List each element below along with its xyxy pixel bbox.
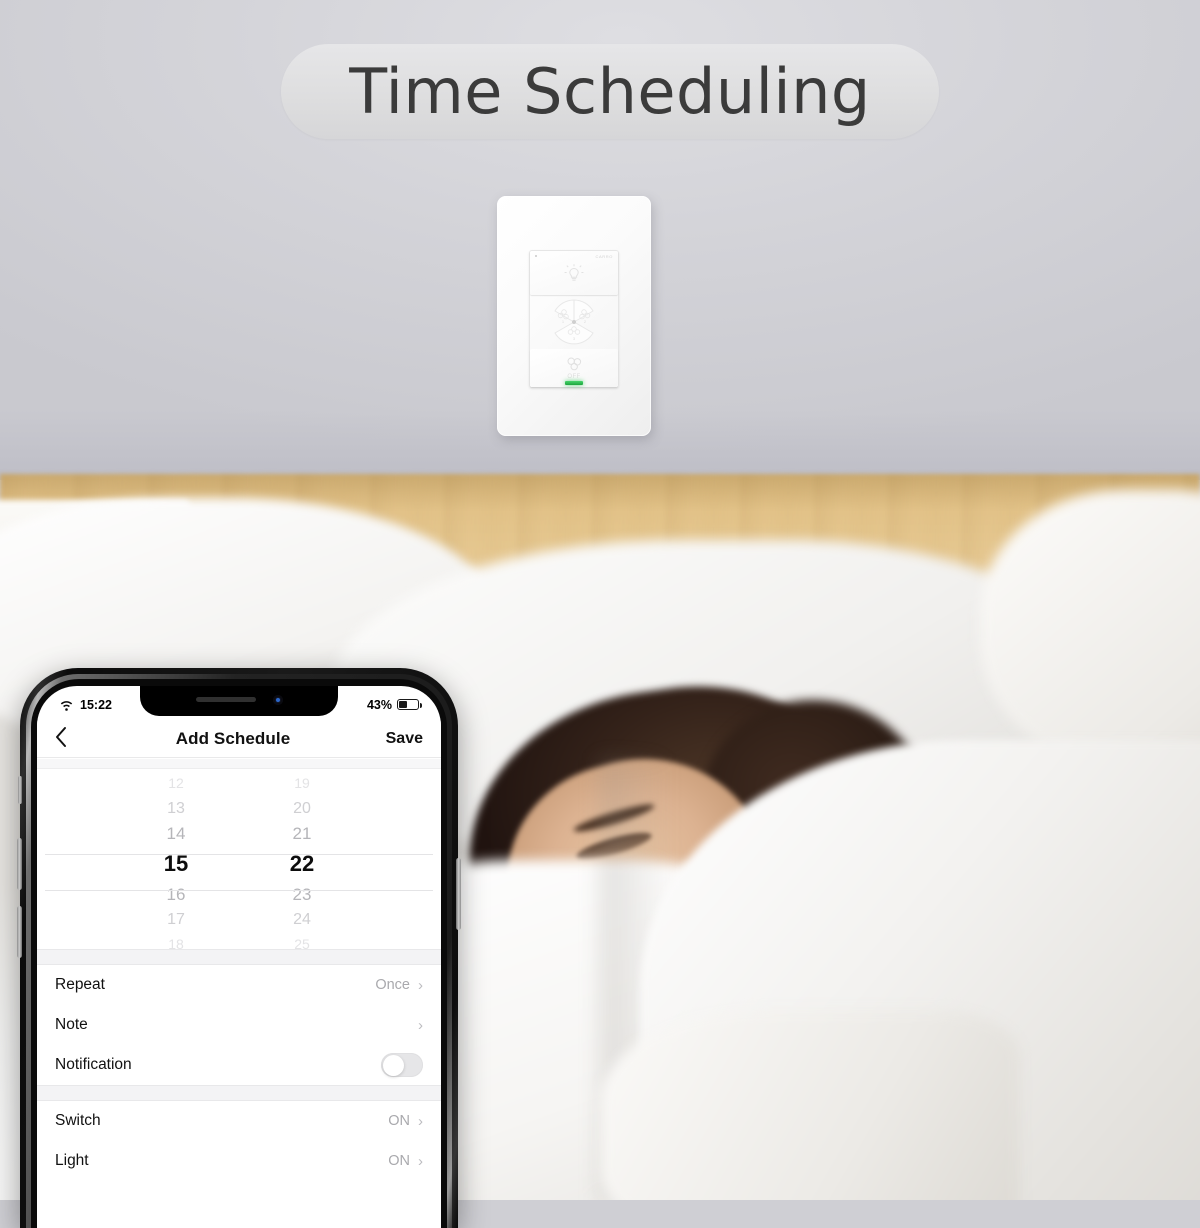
chevron-right-icon: › xyxy=(418,1152,423,1170)
fan-speed-label-1: 1 xyxy=(562,319,565,324)
phone-screen: 15:22 43% Add Schedule Save 12 13 14 15 … xyxy=(37,686,441,1228)
fan-icon xyxy=(567,357,582,371)
row-note-label: Note xyxy=(55,1016,88,1033)
switch-led-indicator xyxy=(565,381,583,385)
switch-off-label: OFF xyxy=(567,374,581,380)
light-bulb-icon xyxy=(564,264,584,281)
fan-speed-dial[interactable]: 1 2 3 xyxy=(539,297,609,347)
chevron-right-icon: › xyxy=(418,976,423,994)
banner-pill: Time Scheduling xyxy=(281,44,939,139)
settings-group-devices: Switch ON › Light ON › xyxy=(37,1101,441,1181)
status-bar-left: 15:22 xyxy=(59,698,112,712)
toggle-knob xyxy=(382,1054,404,1076)
dial-center xyxy=(572,320,576,324)
minute-option-selected[interactable]: 22 xyxy=(270,846,334,882)
hour-option[interactable]: 16 xyxy=(144,882,208,907)
switch-status-dot xyxy=(535,255,537,257)
chevron-right-icon: › xyxy=(418,1112,423,1130)
save-button[interactable]: Save xyxy=(371,730,423,748)
status-bar: 15:22 43% xyxy=(37,686,441,720)
time-picker-section: 12 13 14 15 16 17 18 19 20 21 22 23 24 2… xyxy=(37,759,441,952)
power-button[interactable] xyxy=(456,858,461,930)
row-note[interactable]: Note › xyxy=(37,1005,441,1045)
hour-option[interactable]: 17 xyxy=(144,907,208,932)
hour-option[interactable]: 12 xyxy=(144,771,208,796)
row-notification-label: Notification xyxy=(55,1056,132,1073)
volume-down-button[interactable] xyxy=(17,906,22,958)
time-picker[interactable]: 12 13 14 15 16 17 18 19 20 21 22 23 24 2… xyxy=(37,769,441,952)
section-spacer xyxy=(37,1085,441,1101)
row-switch-value: ON xyxy=(388,1113,410,1129)
volume-up-button[interactable] xyxy=(17,838,22,890)
picker-selection-line-top xyxy=(45,854,433,855)
row-notification[interactable]: Notification xyxy=(37,1045,441,1085)
row-light-label: Light xyxy=(55,1152,89,1169)
back-button[interactable] xyxy=(55,726,95,752)
battery-icon xyxy=(397,699,422,710)
page-title: Time Scheduling xyxy=(349,55,871,128)
notification-toggle[interactable] xyxy=(381,1053,423,1077)
hour-option[interactable]: 13 xyxy=(144,796,208,821)
chevron-left-icon xyxy=(56,726,66,747)
row-repeat-label: Repeat xyxy=(55,976,105,993)
chevron-right-icon: › xyxy=(418,1016,423,1034)
smartphone: 15:22 43% Add Schedule Save 12 13 14 15 … xyxy=(17,668,461,1228)
status-bar-time: 15:22 xyxy=(80,697,112,712)
navigation-bar: Add Schedule Save xyxy=(37,720,441,758)
screen-title: Add Schedule xyxy=(175,728,291,748)
minute-option[interactable]: 24 xyxy=(270,907,334,932)
fan-speed-dial-svg: 1 2 3 xyxy=(554,299,594,345)
minute-option[interactable]: 23 xyxy=(270,882,334,907)
hour-wheel[interactable]: 12 13 14 15 16 17 18 xyxy=(144,771,208,952)
row-light-value: ON xyxy=(388,1153,410,1169)
hour-option[interactable]: 14 xyxy=(144,821,208,846)
battery-fill xyxy=(399,701,407,708)
battery-percent-label: 43% xyxy=(366,697,392,712)
section-spacer xyxy=(37,949,441,965)
mute-switch-button[interactable] xyxy=(18,776,22,804)
fan-speed-label-2: 2 xyxy=(584,319,587,324)
row-switch-label: Switch xyxy=(55,1112,101,1129)
wifi-icon xyxy=(60,700,73,711)
switch-light-button[interactable]: CARRO xyxy=(530,251,618,295)
row-light[interactable]: Light ON › xyxy=(37,1141,441,1181)
minute-wheel[interactable]: 19 20 21 22 23 24 25 xyxy=(270,771,334,952)
row-repeat-value: Once xyxy=(375,977,410,993)
minute-option[interactable]: 20 xyxy=(270,796,334,821)
duvet-fold xyxy=(600,1010,1020,1200)
switch-brand-label: CARRO xyxy=(595,254,613,259)
row-repeat[interactable]: Repeat Once › xyxy=(37,965,441,1005)
minute-option[interactable]: 19 xyxy=(270,771,334,796)
settings-group-schedule: Repeat Once › Note › Notification xyxy=(37,965,441,1085)
picker-top-spacer xyxy=(37,759,441,769)
wall-switch-plate: CARRO 1 2 3 OFF xyxy=(497,196,651,436)
status-bar-right: 43% xyxy=(366,697,422,712)
minute-option[interactable]: 21 xyxy=(270,821,334,846)
hour-option-selected[interactable]: 15 xyxy=(144,846,208,882)
smart-fan-switch: CARRO 1 2 3 OFF xyxy=(529,250,619,388)
row-switch[interactable]: Switch ON › xyxy=(37,1101,441,1141)
picker-selection-line-bottom xyxy=(45,890,433,891)
settings-sections: Repeat Once › Note › Notification Switch… xyxy=(37,949,441,1181)
